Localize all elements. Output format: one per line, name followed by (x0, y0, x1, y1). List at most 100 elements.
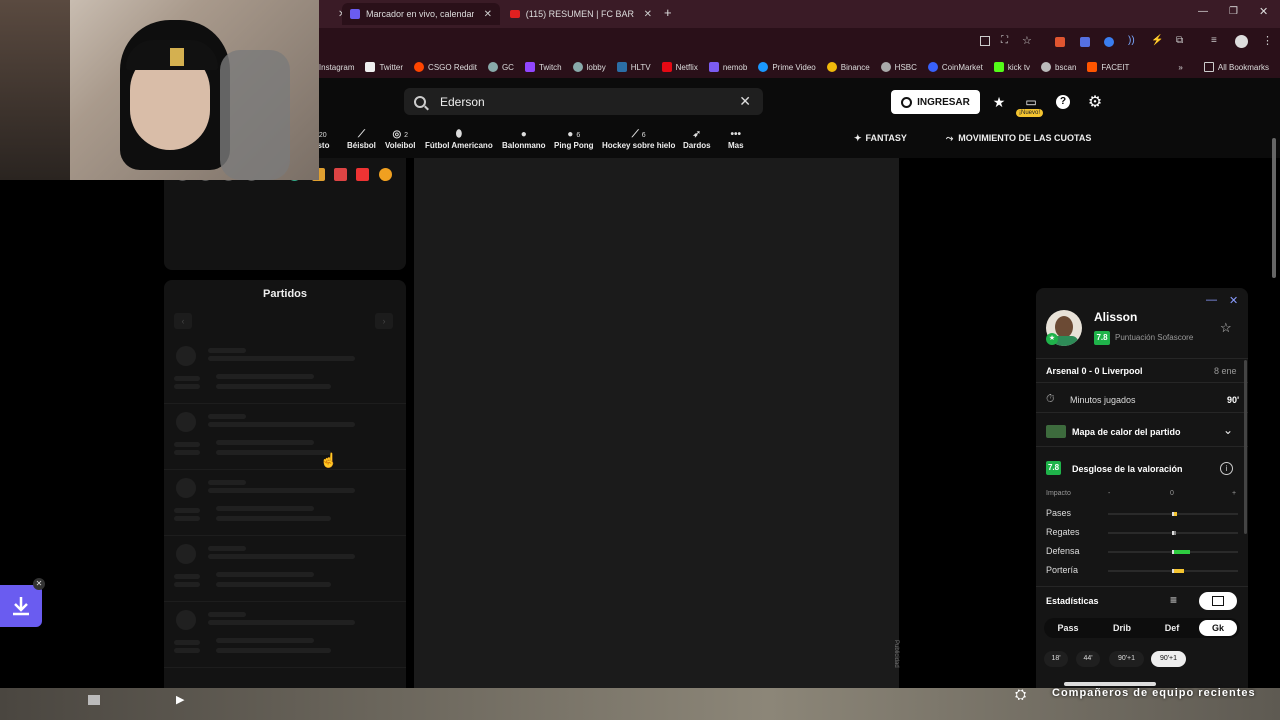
impact-plus: + (1232, 490, 1237, 497)
avatar[interactable] (1235, 35, 1248, 48)
extension-icon[interactable] (1080, 37, 1090, 47)
sport-label: Mas (728, 141, 744, 150)
play-icon[interactable]: ▶ (176, 693, 184, 706)
sport-tab-ping-pong[interactable]: ● 6 Ping Pong (554, 129, 594, 150)
bookmark-faceit[interactable]: FACEIT (1087, 62, 1129, 72)
close-icon[interactable]: ✕ (644, 9, 652, 20)
fantasy-label: FANTASY (865, 133, 907, 143)
league-icon[interactable] (356, 168, 369, 181)
bookmark-hsbc[interactable]: HSBC (880, 62, 917, 72)
stat-tab-def[interactable]: Def (1152, 620, 1192, 636)
bookmark-twitter[interactable]: Twitter (365, 62, 403, 72)
sport-tab-balonmano[interactable]: ● Balonmano (502, 129, 546, 150)
league-icon[interactable] (379, 168, 392, 181)
tab-sofascore[interactable]: Marcador en vivo, calendario y ✕ (342, 3, 500, 25)
prev-arrow-icon[interactable]: ‹ (174, 313, 192, 329)
sport-label: Balonmano (502, 141, 546, 150)
help-icon[interactable]: ? (1053, 92, 1073, 112)
login-button[interactable]: INGRESAR (891, 90, 980, 114)
bottom-strip: ▶ ⛭ Compañeros de equipo recientes (0, 686, 1280, 720)
close-window-icon[interactable]: ✕ (1259, 5, 1268, 18)
breakdown-label: Desglose de la valoración (1072, 464, 1183, 474)
bookmark-binance[interactable]: Binance (826, 62, 870, 72)
fantasy-link[interactable]: ✦ FANTASY (854, 133, 907, 144)
extension-icon[interactable]: ⚡ (1151, 35, 1163, 46)
pitch-view-icon (1212, 596, 1224, 606)
more-dots-icon: ••• (730, 129, 742, 140)
cast-icon[interactable] (980, 36, 990, 46)
breakdown-row-label: Regates (1046, 527, 1080, 537)
star-icon[interactable]: ☆ (1022, 34, 1032, 47)
breakdown-bar-fill (1174, 550, 1190, 554)
rating-caption: Puntuación Sofascore (1115, 333, 1194, 342)
settings-gear-icon[interactable]: ⚙ (1085, 92, 1105, 112)
list-view-icon[interactable]: ≡ (1170, 593, 1177, 607)
bookmark-kick-tv[interactable]: kick tv (993, 62, 1030, 72)
bookmark-coinmarket[interactable]: CoinMarket (927, 62, 983, 72)
sport-tab-voleibol[interactable]: ◎ 2 Voleibol (385, 129, 416, 150)
all-bookmarks[interactable]: All Bookmarks (1203, 62, 1269, 72)
odds-movement-link[interactable]: ⤳ MOVIMIENTO DE LAS CUOTAS (946, 133, 1091, 144)
sport-tab-futbol-americano[interactable]: ⬮ Fútbol Americano (425, 129, 493, 150)
translate-icon[interactable]: ⛶ (1001, 35, 1008, 46)
bookmark-bscan[interactable]: bscan (1041, 62, 1076, 72)
stop-icon[interactable] (88, 695, 100, 705)
clear-search-icon[interactable]: ✕ (739, 93, 751, 110)
close-icon[interactable]: ✕ (1229, 294, 1238, 307)
close-icon[interactable]: ✕ (484, 9, 492, 20)
restore-icon[interactable]: ❐ (1229, 6, 1238, 17)
bookmark-label: HSBC (894, 62, 917, 72)
match-name[interactable]: Arsenal 0 - 0 Liverpool (1046, 366, 1143, 376)
kebab-menu-icon[interactable]: ⋮ (1262, 34, 1273, 47)
bookmark-netflix[interactable]: Netflix (661, 62, 698, 72)
stat-tab-gk[interactable]: Gk (1199, 620, 1237, 636)
puzzle-icon[interactable]: ⧉ (1176, 35, 1183, 46)
bookmark-hltv[interactable]: HLTV (616, 62, 651, 72)
tab-youtube[interactable]: (115) RESUMEN | FC BARCELON ✕ (502, 3, 660, 25)
favorites-star-icon[interactable]: ★ (989, 92, 1009, 112)
bookmark-twitch[interactable]: Twitch (524, 62, 562, 72)
minimize-icon[interactable]: — (1198, 6, 1208, 17)
stat-tab-drib[interactable]: Drib (1102, 620, 1142, 636)
stat-tab-pass[interactable]: Pass (1048, 620, 1088, 636)
minimize-icon[interactable]: — (1206, 294, 1217, 306)
extension-icon[interactable]: )) (1128, 35, 1135, 46)
bookmark-label: Netflix (675, 62, 698, 72)
bookmark-nemob[interactable]: nemob (708, 62, 747, 72)
info-icon[interactable]: i (1220, 462, 1233, 475)
bookmark-gc[interactable]: GC (487, 62, 514, 72)
breakdown-bar-fill (1174, 569, 1184, 573)
reading-list-icon[interactable]: ≡ (1211, 35, 1217, 46)
match-date: 8 ene (1214, 366, 1237, 376)
popup-scrollbar[interactable] (1244, 360, 1247, 534)
sport-tab-beisbol[interactable]: ⟋ Béisbol (347, 129, 376, 150)
minute-filter[interactable]: 18' (1044, 651, 1068, 667)
favorite-star-icon[interactable]: ☆ (1220, 320, 1232, 336)
league-icon[interactable] (334, 168, 347, 181)
sport-label: Hockey sobre hielo (602, 141, 676, 150)
chevron-down-icon[interactable]: ⌄ (1223, 423, 1233, 437)
next-arrow-icon[interactable]: › (375, 313, 393, 329)
more-bookmarks-icon[interactable]: » (1178, 63, 1182, 72)
sport-tab-mas[interactable]: ••• Mas (728, 129, 744, 150)
odds-movement-label: MOVIMIENTO DE LAS CUOTAS (958, 133, 1092, 143)
search-input[interactable]: Ederson ✕ (404, 88, 763, 115)
tab-title: (115) RESUMEN | FC BARCELON (525, 9, 634, 19)
bookmark-lobby[interactable]: lobby (572, 62, 606, 72)
extension-icon[interactable] (1104, 37, 1114, 47)
extension-icon[interactable] (1055, 37, 1065, 47)
bookmark-csgo-reddit[interactable]: CSGO Reddit (414, 62, 477, 72)
page-scrollbar[interactable] (1272, 138, 1276, 278)
pitch-view-toggle[interactable] (1199, 592, 1237, 610)
minute-filter[interactable]: 90'+1 (1109, 651, 1144, 667)
sport-tab-hockey[interactable]: ⟋ 6 Hockey sobre hielo (602, 129, 675, 150)
minute-filter-active[interactable]: 90'+1 (1151, 651, 1186, 667)
sport-tab-dardos[interactable]: ➶ Dardos (683, 129, 711, 150)
close-icon[interactable]: ✕ (33, 578, 45, 590)
download-app-button[interactable] (0, 585, 42, 627)
ping-pong-icon: ● 6 (567, 129, 581, 140)
bookmark-prime-video[interactable]: Prime Video (758, 62, 816, 72)
heatmap-label[interactable]: Mapa de calor del partido (1072, 427, 1181, 437)
minute-filter[interactable]: 44' (1076, 651, 1100, 667)
new-tab-icon[interactable]: + (664, 5, 672, 20)
